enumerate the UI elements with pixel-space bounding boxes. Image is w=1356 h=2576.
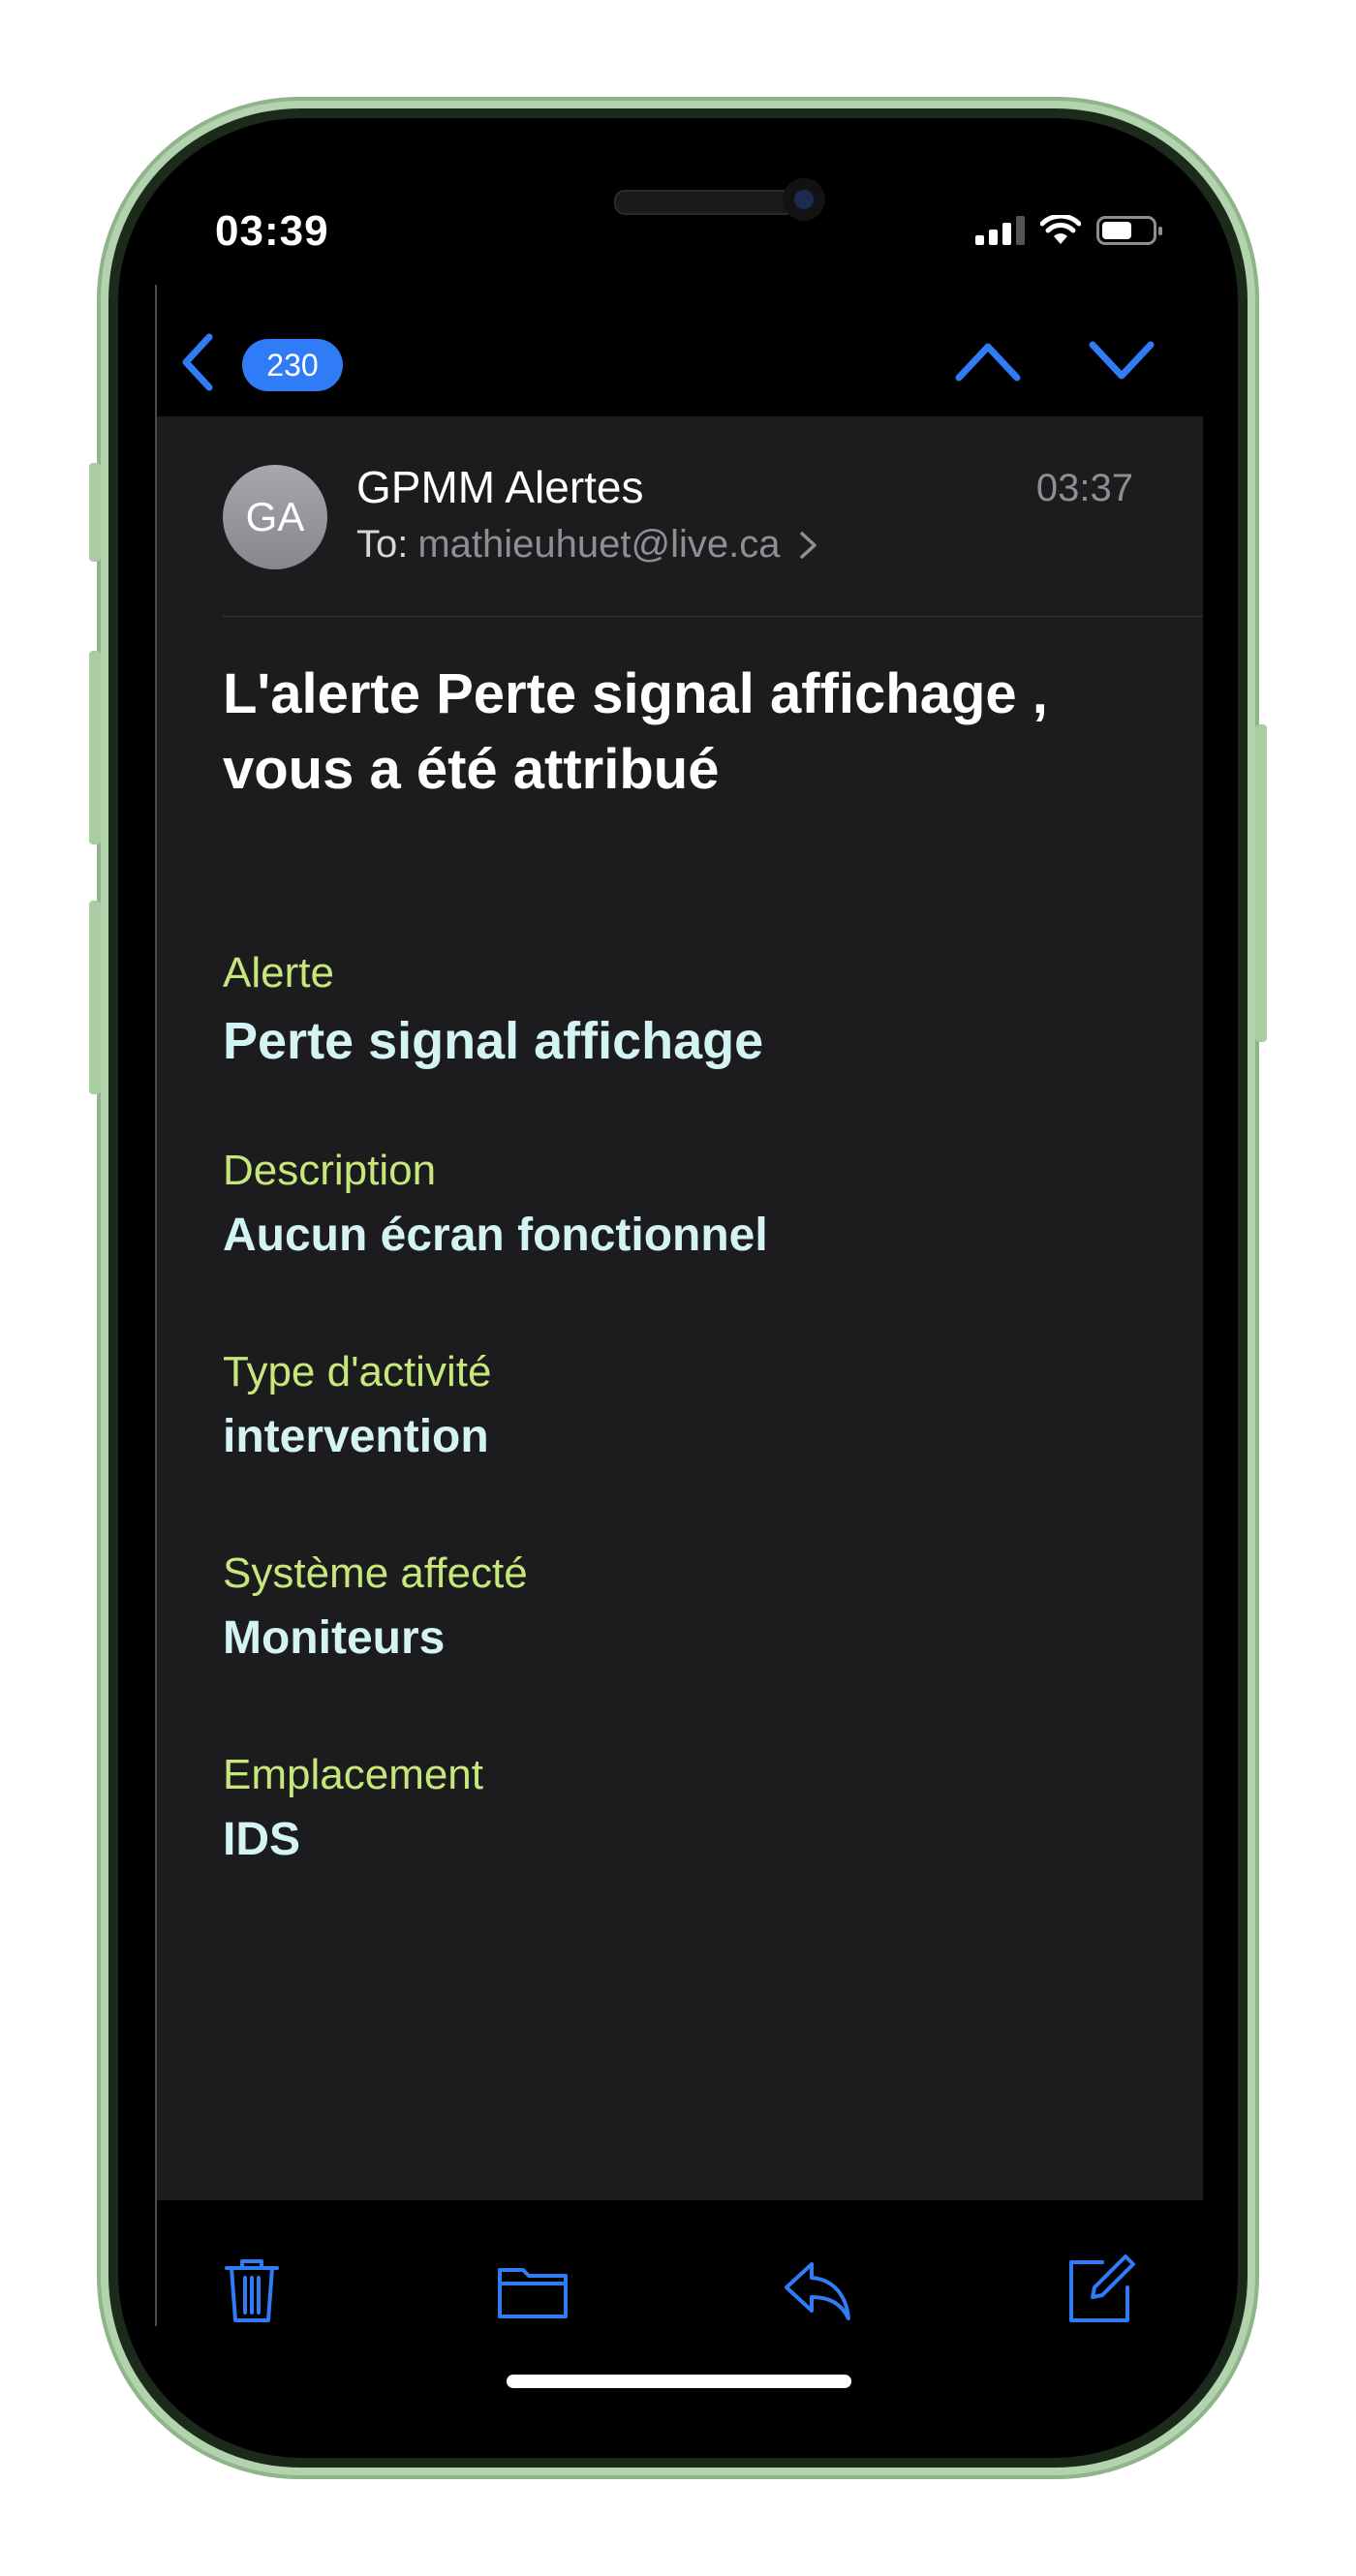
field-label: Description [223, 1147, 437, 1194]
bottom-toolbar [118, 2200, 1238, 2336]
recipient-address[interactable]: mathieuhuet@live.ca [417, 523, 780, 567]
status-icons [975, 215, 1162, 246]
field-alerte: Alerte Perte signal affichage [223, 949, 763, 1071]
field-label: Emplacement [223, 1751, 484, 1798]
cellular-signal-icon [975, 216, 1025, 245]
previous-message-chevron-up-icon[interactable] [953, 337, 1023, 385]
received-time: 03:37 [1035, 467, 1133, 509]
recipient-line[interactable]: To: mathieuhuet@live.ca [356, 523, 819, 567]
back-chevron-icon[interactable] [174, 331, 223, 393]
battery-icon [1096, 216, 1162, 245]
side-button-volume-down [89, 901, 101, 1094]
field-description: Description Aucun écran fonctionnel [223, 1147, 768, 1262]
side-button-mute [89, 463, 101, 562]
side-button-power [1255, 724, 1267, 1042]
side-button-volume-up [89, 651, 101, 844]
field-emplacement: Emplacement IDS [223, 1751, 483, 1866]
folder-icon[interactable] [496, 2253, 570, 2326]
field-systeme-affecte: Système affecté Moniteurs [223, 1549, 528, 1665]
unread-count-badge[interactable]: 230 [242, 339, 343, 391]
email-subject: L'alerte Perte signal affichage , vous a… [223, 662, 1048, 801]
field-label: Alerte [223, 949, 334, 997]
email-content: GA GPMM Alertes 03:37 To: mathieuhuet@li… [157, 416, 1203, 2200]
chevron-right-icon[interactable] [798, 531, 819, 560]
trash-icon[interactable] [215, 2253, 289, 2326]
field-label: Type d'activité [223, 1348, 492, 1395]
field-value: Aucun écran fonctionnel [223, 1210, 768, 1261]
mail-navbar: 230 [118, 302, 1238, 416]
next-message-chevron-down-icon[interactable] [1087, 337, 1156, 385]
to-prefix: To: [356, 523, 409, 566]
earpiece-speaker [614, 190, 802, 215]
field-value: intervention [223, 1411, 489, 1462]
field-value: Moniteurs [223, 1612, 446, 1664]
compose-icon[interactable] [1063, 2253, 1137, 2326]
header-divider [223, 616, 1203, 617]
screen: 03:39 230 GA GPMM Alertes 03:37 To: math… [118, 118, 1238, 2458]
home-indicator[interactable] [507, 2375, 851, 2388]
sender-name[interactable]: GPMM Alertes [356, 461, 644, 513]
sender-avatar[interactable]: GA [223, 465, 327, 569]
field-value: Perte signal affichage [223, 1012, 764, 1070]
field-label: Système affecté [223, 1549, 528, 1597]
front-camera [783, 178, 825, 221]
field-type-activite: Type d'activité intervention [223, 1348, 491, 1463]
status-time: 03:39 [215, 207, 329, 255]
wifi-icon [1040, 215, 1081, 244]
reply-icon[interactable] [781, 2253, 854, 2326]
field-value: IDS [223, 1814, 301, 1865]
